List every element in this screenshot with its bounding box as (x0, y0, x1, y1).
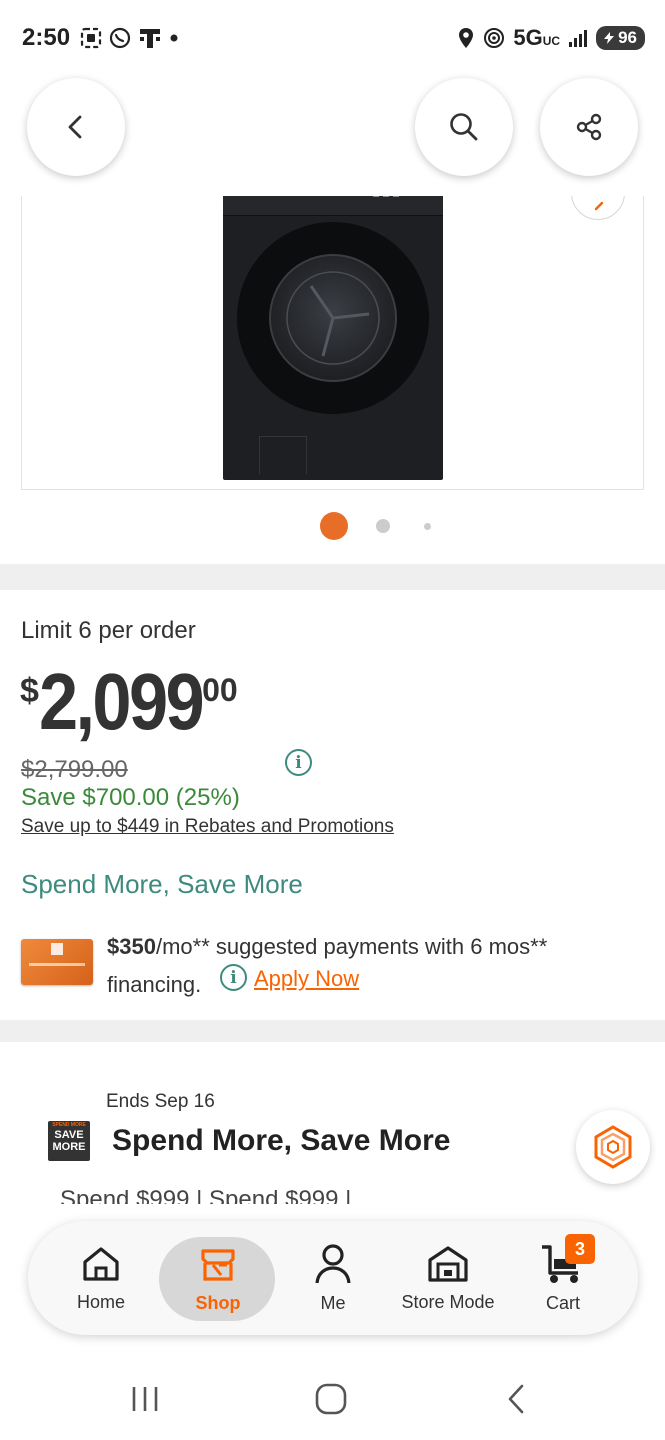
charging-icon (604, 32, 615, 44)
spend-more-link[interactable]: Spend More, Save More (21, 869, 303, 900)
financing-amount: $350 (107, 934, 156, 959)
drum-icon (286, 271, 380, 365)
save-more-badge: SPEND MORE SAVE MORE (48, 1121, 90, 1161)
price-cents: 00 (202, 672, 238, 708)
status-left: 2:50 (22, 24, 180, 52)
carousel-indicator (0, 512, 665, 542)
carousel-dot[interactable] (376, 519, 390, 533)
home-system-button[interactable] (314, 1382, 348, 1421)
tmobile-icon (140, 29, 161, 48)
apply-now-link[interactable]: Apply Now (254, 966, 359, 992)
status-notification-icons (80, 26, 180, 50)
product-image-washer (223, 196, 443, 480)
home-circle-icon (315, 1383, 347, 1415)
assistant-hexagon-icon (594, 1125, 632, 1169)
nav-shop[interactable]: Shop (173, 1221, 263, 1335)
shop-icon (201, 1248, 235, 1281)
signal-icon (569, 30, 588, 47)
back-system-button[interactable] (502, 1382, 532, 1421)
expand-icon (594, 201, 604, 211)
location-icon (459, 28, 474, 48)
chat-assistant-button[interactable] (576, 1110, 650, 1184)
search-icon (450, 113, 478, 141)
cart-count-badge: 3 (565, 1234, 595, 1264)
person-icon (315, 1243, 351, 1283)
nav-store-mode[interactable]: Store Mode (388, 1221, 508, 1335)
card-logo-icon (29, 943, 85, 966)
recent-apps-button[interactable] (130, 1385, 160, 1418)
washer-door (237, 222, 429, 414)
product-image-card[interactable] (21, 196, 644, 490)
info-icon[interactable]: i (285, 749, 312, 776)
financing-info-icon[interactable]: i (220, 964, 247, 991)
credit-card-image (21, 939, 93, 985)
washer-detergent-panel (259, 436, 307, 474)
promo-title: Spend More, Save More (112, 1124, 451, 1157)
whatsapp-icon (109, 27, 131, 49)
share-icon (576, 113, 602, 141)
network-type: 5GUC (513, 25, 561, 50)
nav-me[interactable]: Me (288, 1221, 378, 1335)
price-currency: $ (20, 672, 39, 710)
search-button[interactable] (415, 78, 513, 176)
was-price: $2,799.00 (21, 756, 128, 783)
more-notifications-dot-icon (170, 34, 178, 42)
order-limit: Limit 6 per order (21, 617, 196, 644)
price: $ 2,099 00 (20, 662, 238, 742)
chevron-left-icon (68, 115, 82, 139)
section-divider (0, 1020, 665, 1042)
recent-apps-icon (132, 1387, 158, 1411)
promo-end-date: Ends Sep 16 (106, 1091, 215, 1112)
back-arrow-icon (508, 1384, 524, 1414)
store-icon (428, 1245, 468, 1282)
washer-lights-icon (373, 196, 399, 197)
section-divider (0, 564, 665, 590)
financing-offer: $350/mo** suggested payments with 6 mos*… (107, 928, 627, 1004)
gallery-notification-icon (80, 27, 102, 49)
savings-text: Save $700.00 (25%) (21, 784, 240, 811)
system-navigation-bar (0, 1360, 665, 1440)
status-bar: 2:50 5GUC 96 (0, 0, 665, 76)
rebates-link[interactable]: Save up to $449 in Rebates and Promotion… (21, 816, 394, 838)
battery-indicator: 96 (596, 26, 645, 50)
zoom-button[interactable] (571, 196, 625, 220)
status-time: 2:50 (22, 24, 71, 51)
bottom-navigation: Home Shop Me Store Mode Cart 3 (28, 1221, 638, 1335)
carousel-dot[interactable] (424, 523, 431, 530)
nav-home[interactable]: Home (56, 1221, 146, 1335)
washer-glass (269, 254, 397, 382)
price-whole: 2,099 (38, 657, 205, 746)
hotspot-icon (484, 28, 505, 48)
status-right: 5GUC 96 (457, 25, 645, 51)
back-button[interactable] (27, 78, 125, 176)
share-button[interactable] (540, 78, 638, 176)
promo-tiers-partial: Spend $999 | Spend $999 | (60, 1190, 352, 1204)
washer-control-panel (223, 196, 443, 216)
home-icon (83, 1246, 119, 1281)
carousel-dot-active[interactable] (320, 512, 348, 540)
